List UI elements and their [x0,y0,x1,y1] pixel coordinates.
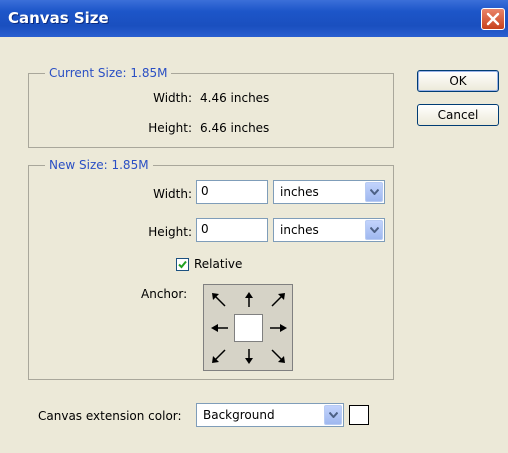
ok-button[interactable]: OK [417,70,499,92]
anchor-label: Anchor: [141,287,188,301]
anchor-middle-left[interactable] [205,314,234,342]
anchor-top-right[interactable] [263,286,292,314]
current-width-value: 4.46 inches [200,91,270,105]
title-bar[interactable]: Canvas Size [0,0,508,37]
arrow-down-left-icon [212,349,226,363]
chevron-down-icon[interactable] [324,405,342,425]
close-icon [486,12,500,26]
width-unit-select[interactable]: inches [273,180,385,204]
arrow-up-right-icon [271,293,285,307]
current-height-label: Height: [148,121,192,135]
checkmark-icon [178,260,187,269]
current-width-label: Width: [153,91,192,105]
anchor-top-left[interactable] [205,286,234,314]
arrow-left-icon [211,324,228,332]
extension-color-value: Background [203,408,275,422]
new-height-label: Height: [148,225,192,239]
anchor-grid [203,284,293,371]
anchor-center[interactable] [234,314,263,342]
arrow-up-left-icon [212,293,226,307]
extension-color-swatch[interactable] [349,405,369,425]
extension-color-label: Canvas extension color: [38,409,182,423]
arrow-down-right-icon [271,349,285,363]
height-input[interactable]: 0 [196,218,268,242]
arrow-up-icon [245,292,253,307]
relative-label[interactable]: Relative [194,257,242,271]
height-unit-value: inches [280,223,319,237]
relative-checkbox[interactable] [176,258,189,271]
chevron-down-icon[interactable] [365,220,383,240]
cancel-button[interactable]: Cancel [417,104,499,126]
arrow-down-icon [245,349,253,364]
canvas-size-dialog: Canvas Size Current Size: 1.85M Width: 4… [0,0,508,453]
current-size-legend: Current Size: 1.85M [45,66,172,80]
height-unit-select[interactable]: inches [273,218,385,242]
anchor-top-center[interactable] [234,286,263,314]
current-size-group: Current Size: 1.85M [28,66,394,148]
width-unit-value: inches [280,185,319,199]
current-height-value: 6.46 inches [200,121,270,135]
chevron-down-icon[interactable] [365,182,383,202]
dialog-title: Canvas Size [8,9,109,27]
anchor-bottom-left[interactable] [205,342,234,370]
new-width-label: Width: [153,187,192,201]
anchor-bottom-center[interactable] [234,342,263,370]
close-button[interactable] [481,8,505,30]
anchor-middle-right[interactable] [263,314,292,342]
extension-color-select[interactable]: Background [196,403,344,427]
anchor-bottom-right[interactable] [263,342,292,370]
width-input[interactable]: 0 [196,180,268,204]
new-size-legend: New Size: 1.85M [45,158,153,172]
arrow-right-icon [270,324,287,332]
